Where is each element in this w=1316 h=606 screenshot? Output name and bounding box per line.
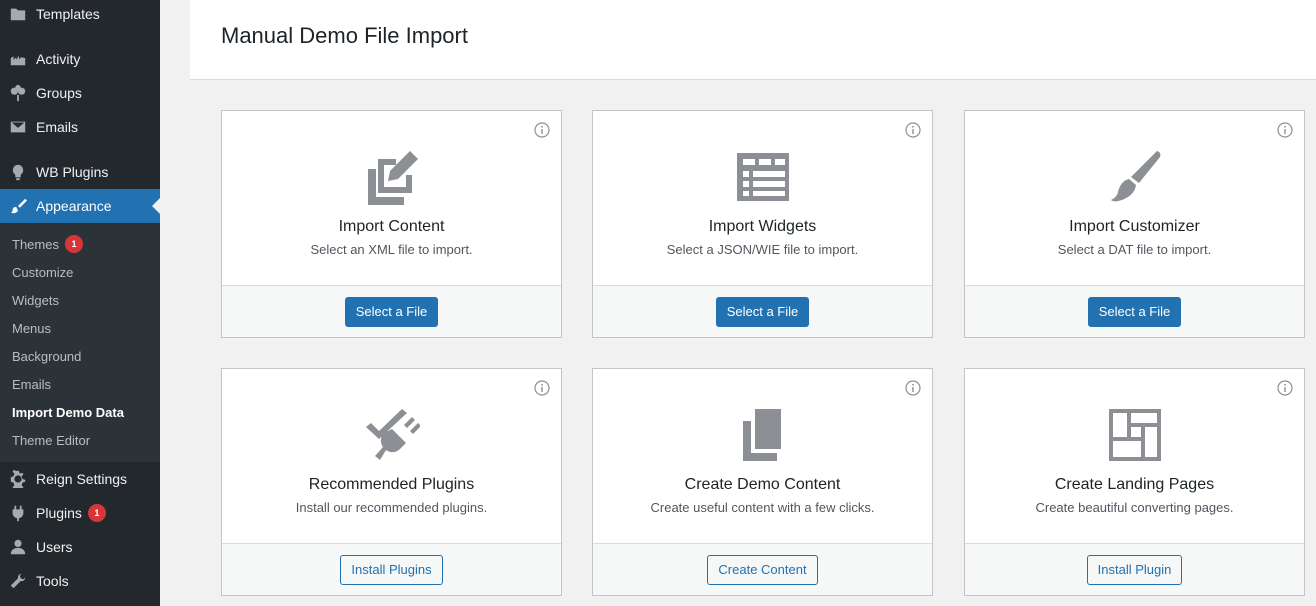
submenu-item-label: Background [12, 348, 82, 364]
update-count-badge: 1 [87, 504, 106, 522]
sidebar-item-label: Appearance [36, 198, 112, 214]
info-icon[interactable] [905, 122, 921, 138]
gear-icon [8, 469, 28, 489]
groups-icon [8, 83, 28, 103]
card-footer: Create Content [593, 543, 932, 595]
sidebar-item-appearance[interactable]: Appearance [0, 189, 160, 223]
card-title: Import Widgets [708, 218, 817, 235]
submenu-item-emails[interactable]: Emails [12, 370, 51, 398]
card-create-landing-pages: Create Landing Pages Create beautiful co… [964, 368, 1305, 596]
card-title: Create Demo Content [684, 476, 841, 493]
submenu-item-label: Customize [12, 264, 74, 280]
info-icon[interactable] [1277, 122, 1293, 138]
card-title: Create Landing Pages [1054, 476, 1215, 493]
activity-icon [8, 49, 28, 69]
select-file-button[interactable]: Select a File [344, 296, 439, 327]
select-file-button[interactable]: Select a File [715, 296, 810, 327]
lightbulb-icon [8, 162, 28, 182]
plugin-check-icon [364, 407, 421, 463]
sidebar-item-label: WB Plugins [36, 164, 109, 180]
card-footer: Install Plugins [222, 543, 561, 595]
layout-icon [1107, 407, 1163, 463]
card-footer: Select a File [222, 285, 561, 337]
user-icon [8, 537, 28, 557]
folder-icon [8, 4, 28, 24]
card-description: Select a JSON/WIE file to import. [666, 242, 859, 257]
card-import-content: Import Content Select an XML file to imp… [221, 110, 562, 338]
sidebar-item-reign-settings[interactable]: Reign Settings [0, 462, 160, 496]
card-import-customizer: Import Customizer Select a DAT file to i… [964, 110, 1305, 338]
card-description: Select a DAT file to import. [1057, 242, 1212, 257]
sidebar-item-label: Plugins [36, 505, 82, 521]
sidebar-item-activity[interactable]: Activity [0, 42, 160, 76]
install-plugins-button[interactable]: Install Plugins [340, 554, 443, 585]
sidebar-item-label: Reign Settings [36, 471, 128, 487]
create-content-button[interactable]: Create Content [707, 554, 818, 585]
current-menu-arrow [152, 198, 160, 214]
submenu-item-menus[interactable]: Menus [12, 314, 51, 342]
card-title: Import Content [338, 218, 445, 235]
sidebar-item-groups[interactable]: Groups [0, 76, 160, 110]
card-import-widgets: Import Widgets Select a JSON/WIE file to… [592, 110, 933, 338]
card-title: Recommended Plugins [308, 476, 475, 493]
card-footer: Install Plugin [965, 543, 1304, 595]
submenu-item-widgets[interactable]: Widgets [12, 286, 59, 314]
import-content-icon [364, 149, 420, 205]
plugin-icon [8, 503, 28, 523]
card-description: Select an XML file to import. [310, 242, 473, 257]
sidebar-item-label: Users [36, 539, 73, 555]
info-icon[interactable] [534, 380, 550, 396]
submenu-item-label: Widgets [12, 292, 59, 308]
card-footer: Select a File [593, 285, 932, 337]
submenu-item-label: Theme Editor [12, 432, 91, 448]
sidebar-item-label: Groups [36, 85, 82, 101]
submenu-item-import-demo-data[interactable]: Import Demo Data [12, 398, 124, 426]
sidebar-item-label: Templates [36, 6, 100, 22]
wrench-icon [8, 571, 28, 591]
page-header: Manual Demo File Import [190, 0, 1316, 80]
sidebar-item-plugins[interactable]: Plugins 1 [0, 496, 160, 530]
submenu-item-themes[interactable]: Themes 1 [12, 230, 83, 258]
submenu-item-background[interactable]: Background [12, 342, 81, 370]
card-footer: Select a File [965, 285, 1304, 337]
card-description: Create beautiful converting pages. [1035, 500, 1234, 515]
card-title: Import Customizer [1069, 218, 1200, 235]
select-file-button[interactable]: Select a File [1087, 296, 1182, 327]
submenu-item-label: Emails [12, 376, 52, 392]
sidebar-item-label: Emails [36, 119, 79, 135]
info-icon[interactable] [534, 122, 550, 138]
update-count-badge: 1 [64, 235, 83, 253]
sidebar-item-tools[interactable]: Tools [0, 564, 160, 598]
copy-pages-icon [735, 407, 791, 463]
submenu-item-label: Import Demo Data [12, 404, 124, 420]
card-create-demo-content: Create Demo Content Create useful conten… [592, 368, 933, 596]
submenu-item-label: Menus [12, 320, 52, 336]
sidebar-item-label: Tools [36, 573, 69, 589]
card-description: Install our recommended plugins. [295, 500, 488, 515]
card-description: Create useful content with a few clicks. [650, 500, 875, 515]
submenu-item-customize[interactable]: Customize [12, 258, 73, 286]
appearance-submenu: Themes 1 Customize Widgets Menus Backgro… [0, 223, 160, 462]
sidebar-item-label: Activity [36, 51, 81, 67]
card-recommended-plugins: Recommended Plugins Install our recommen… [221, 368, 562, 596]
sidebar-item-wb-plugins[interactable]: WB Plugins [0, 155, 160, 189]
email-icon [8, 117, 28, 137]
info-icon[interactable] [1277, 380, 1293, 396]
main-content: Manual Demo File Import Import Content S… [190, 0, 1316, 606]
install-plugin-button[interactable]: Install Plugin [1086, 554, 1183, 585]
widgets-icon [735, 149, 791, 205]
sidebar-item-emails[interactable]: Emails [0, 110, 160, 144]
submenu-item-theme-editor[interactable]: Theme Editor [12, 426, 90, 454]
admin-sidebar: Templates Activity Groups Emails WB Plug… [0, 0, 160, 606]
sidebar-item-templates[interactable]: Templates [0, 0, 160, 31]
page-title: Manual Demo File Import [221, 23, 468, 48]
submenu-item-label: Themes [12, 236, 59, 252]
info-icon[interactable] [905, 380, 921, 396]
paintbrush-icon [8, 196, 28, 216]
brush-icon [1107, 149, 1163, 205]
sidebar-item-users[interactable]: Users [0, 530, 160, 564]
